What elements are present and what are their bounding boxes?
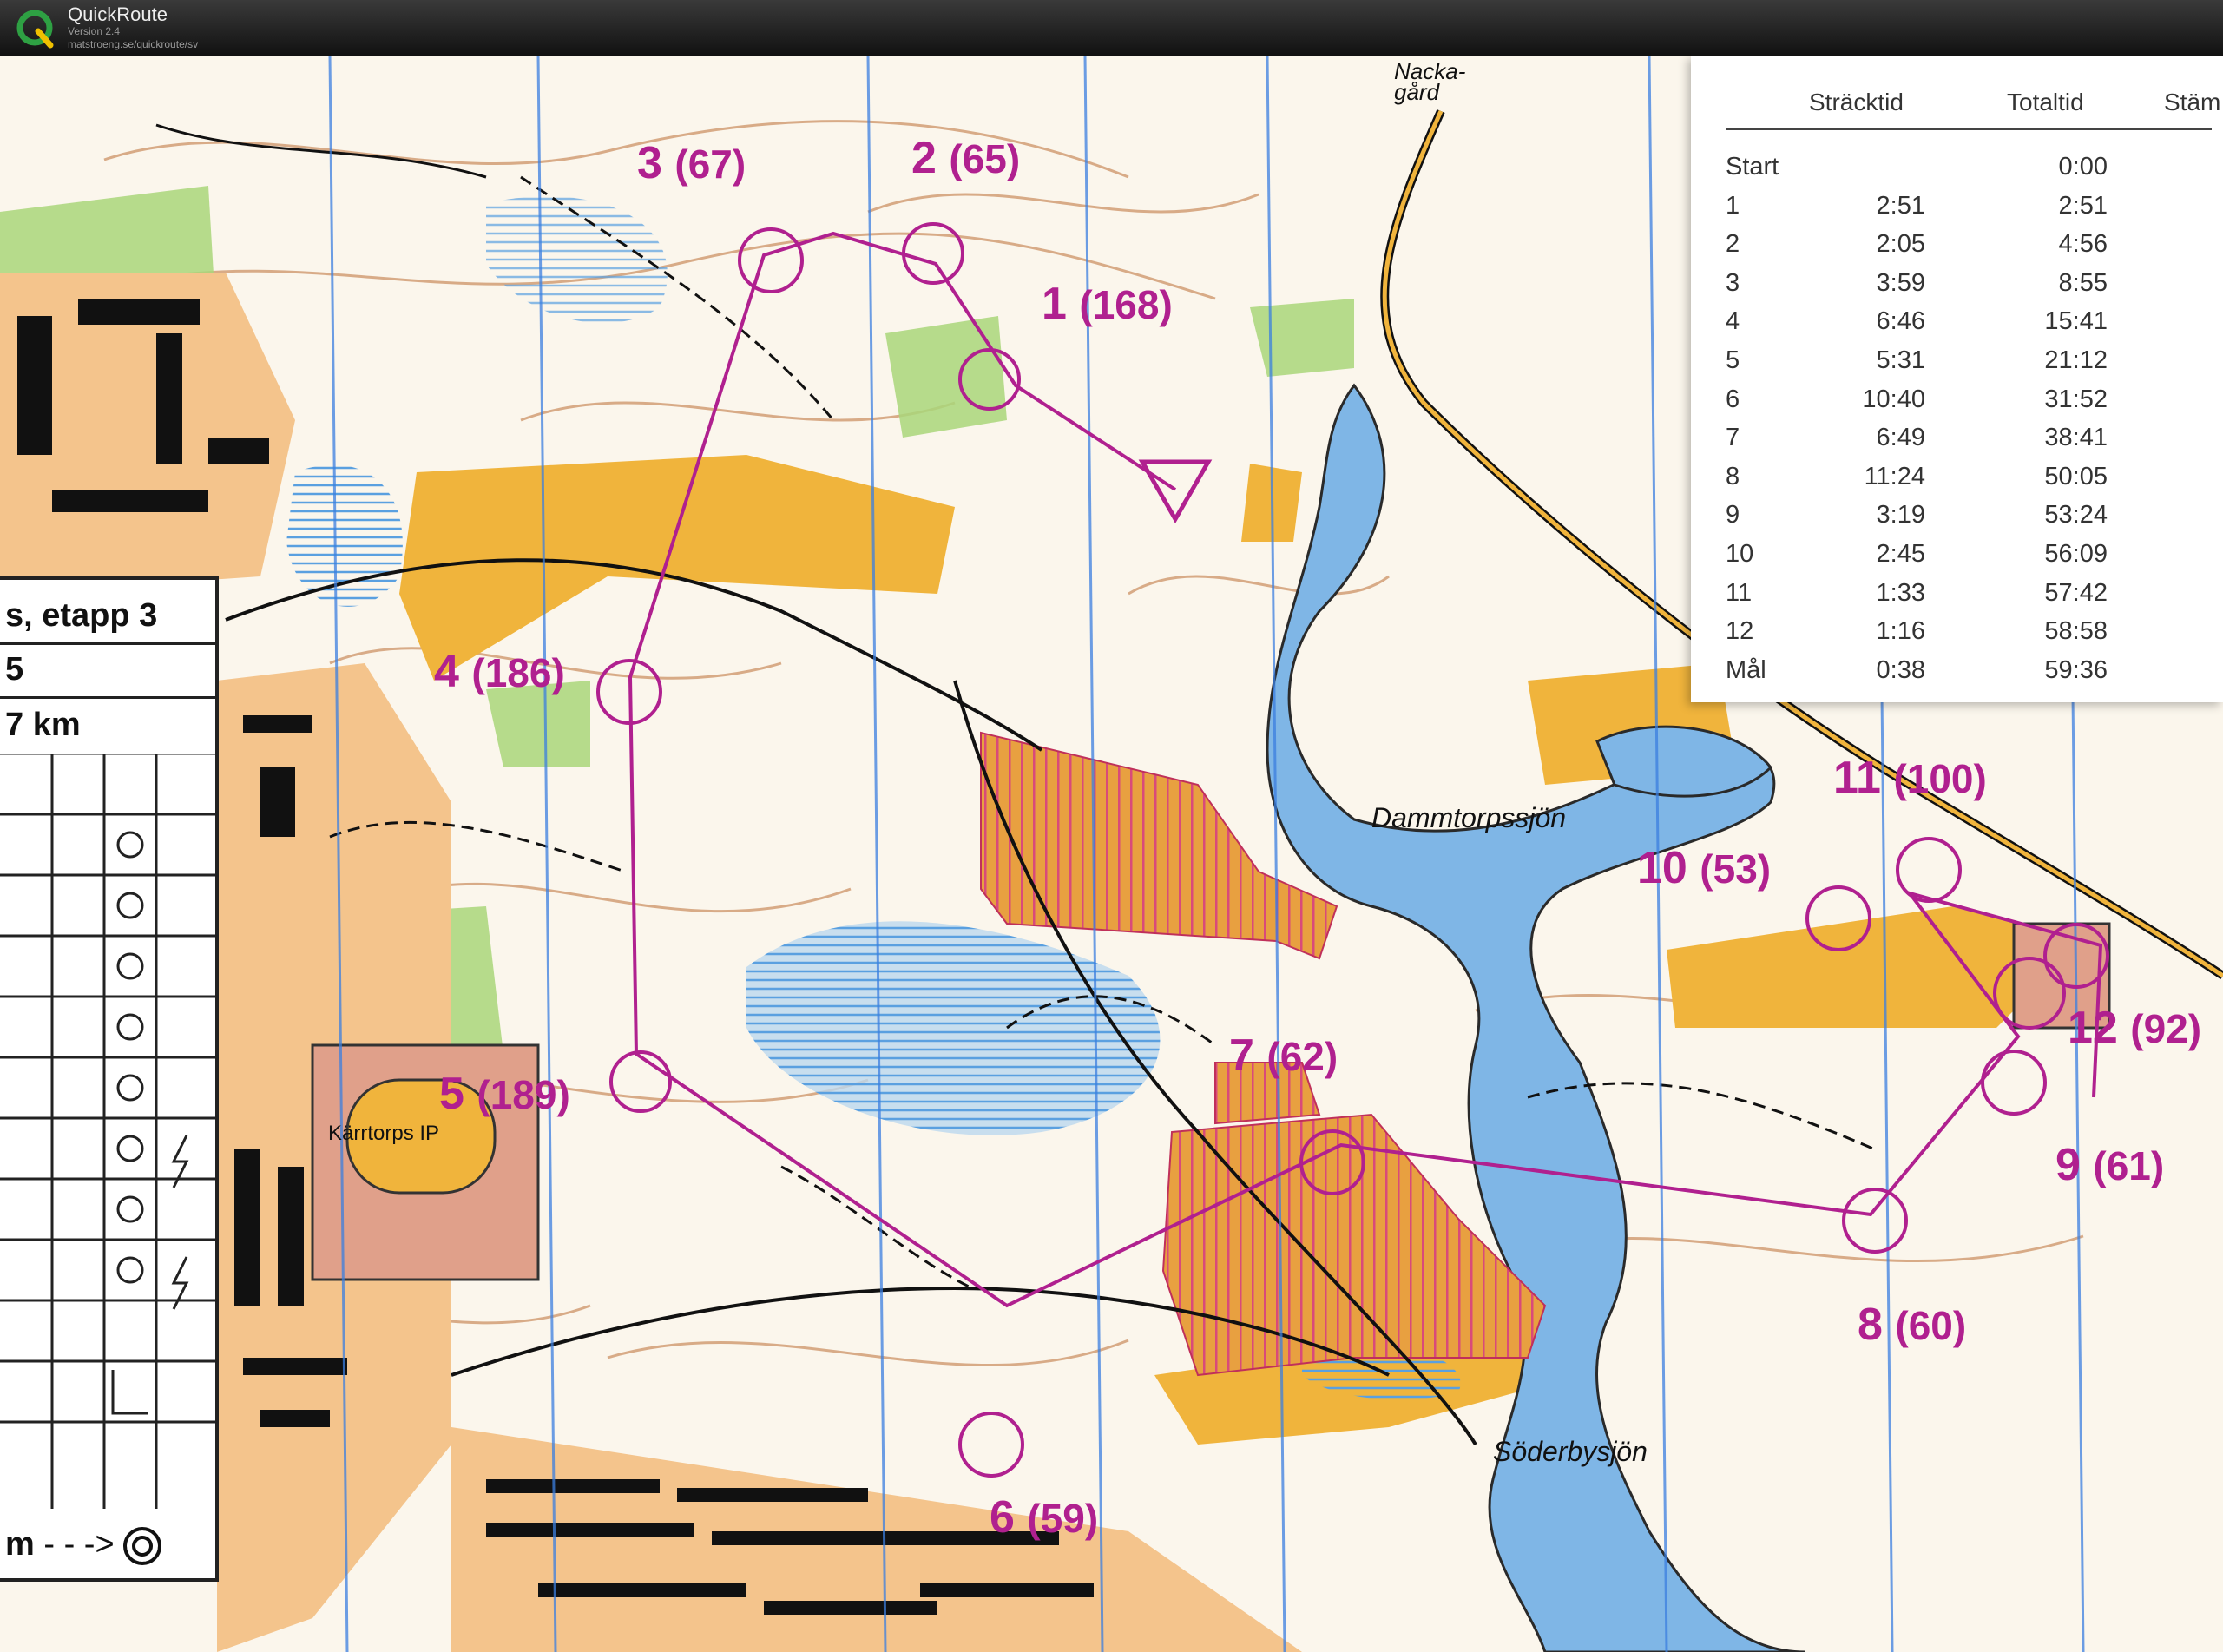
control-label-5: 5 (189): [439, 1069, 570, 1119]
description-line2: 5: [5, 651, 24, 688]
description-title: s, etapp 3: [5, 597, 158, 634]
header-divider: [1726, 128, 2212, 130]
control-label-1: 1 (168): [1042, 279, 1173, 329]
place-label-soderbysjon: Söderbysjön: [1493, 1436, 1648, 1467]
split-row: 12 1:16 58:58: [1691, 617, 2223, 655]
split-total-time: 53:24: [2044, 501, 2108, 530]
place-label-karrtorps-ip: Kärrtorps IP: [328, 1122, 440, 1145]
split-label: Start: [1726, 153, 1779, 181]
description-distance: 7 km: [5, 707, 81, 743]
split-times-sheet: Sträcktid Totaltid Stäm Start 0:00 1 2:51 2:…: [1691, 56, 2223, 702]
card-divider: [0, 642, 215, 645]
split-label: 10: [1726, 540, 1754, 568]
split-leg-time: 3:19: [1876, 501, 1925, 530]
split-leg-time: 1:33: [1876, 578, 1925, 607]
split-total-time: 21:12: [2044, 346, 2108, 374]
split-row: Start 0:00: [1691, 153, 2223, 191]
header-stracktid: Sträcktid: [1809, 89, 1904, 115]
control-label-2: 2 (65): [911, 133, 1021, 183]
control-label-7: 7 (62): [1229, 1030, 1338, 1081]
split-leg-time: 3:59: [1876, 268, 1925, 297]
control-label-4: 4 (186): [434, 647, 565, 697]
split-row: 2 2:05 4:56: [1691, 230, 2223, 268]
split-total-time: 4:56: [2058, 230, 2108, 259]
split-row: 4 6:46 15:41: [1691, 307, 2223, 346]
card-divider: [0, 696, 215, 699]
split-total-time: 8:55: [2058, 268, 2108, 297]
split-label: 8: [1726, 462, 1740, 490]
split-total-time: 15:41: [2044, 307, 2108, 336]
split-label: 9: [1726, 501, 1740, 530]
control-label-11: 11 (100): [1833, 753, 1987, 803]
split-total-time: 0:00: [2058, 153, 2108, 181]
control-description-card: s, etapp 3 5 7 km m - - ->: [0, 576, 219, 1582]
control-label-3: 3 (67): [637, 138, 746, 188]
split-label: 11: [1726, 578, 1753, 607]
split-leg-time: 2:45: [1876, 540, 1925, 568]
split-total-time: 50:05: [2044, 462, 2108, 490]
split-total-time: 38:41: [2044, 424, 2108, 452]
split-leg-time: 2:51: [1876, 191, 1925, 220]
split-label: 12: [1726, 617, 1754, 646]
control-label-6: 6 (59): [990, 1492, 1099, 1543]
split-label: 5: [1726, 346, 1740, 374]
map-view[interactable]: Nacka- gård Dammtorpssjön Söderbysjön Kä…: [0, 56, 2223, 1652]
split-row: 7 6:49 38:41: [1691, 424, 2223, 462]
split-leg-time: 10:40: [1862, 385, 1925, 413]
split-label: 4: [1726, 307, 1740, 336]
place-label-dammtorpssjon: Dammtorpssjön: [1371, 802, 1567, 833]
split-row: 9 3:19 53:24: [1691, 501, 2223, 539]
split-label: 7: [1726, 424, 1740, 452]
split-label: Mål: [1726, 655, 1766, 684]
quickroute-logo-icon: [16, 10, 54, 49]
split-total-time: 59:36: [2044, 655, 2108, 684]
split-row: 8 11:24 50:05: [1691, 463, 2223, 501]
control-label-12: 12 (92): [2068, 1003, 2202, 1053]
split-leg-time: 0:38: [1876, 655, 1925, 684]
header-totaltid: Totaltid: [2007, 89, 2084, 115]
app-version: Version 2.4: [68, 25, 121, 37]
control-label-9: 9 (61): [2055, 1140, 2165, 1190]
control-label-10: 10 (53): [1637, 843, 1772, 893]
split-leg-time: 2:05: [1876, 230, 1925, 259]
split-row: 3 3:59 8:55: [1691, 269, 2223, 307]
app-name: QuickRoute: [68, 3, 168, 25]
split-row: 11 1:33 57:42: [1691, 579, 2223, 617]
split-row: 1 2:51 2:51: [1691, 192, 2223, 230]
split-label: 1: [1726, 191, 1740, 220]
description-grid: [0, 754, 215, 1509]
split-label: 3: [1726, 268, 1740, 297]
split-leg-time: 5:31: [1876, 346, 1925, 374]
split-leg-time: 1:16: [1876, 617, 1925, 646]
place-label-nacka: Nacka- gård: [1394, 58, 1466, 105]
split-total-time: 57:42: [2044, 578, 2108, 607]
split-leg-time: 6:46: [1876, 307, 1925, 336]
split-total-time: 58:58: [2044, 617, 2108, 646]
split-row: 5 5:31 21:12: [1691, 346, 2223, 385]
split-row: Mål 0:38 59:36: [1691, 656, 2223, 694]
split-leg-time: 6:49: [1876, 424, 1925, 452]
split-label: 2: [1726, 230, 1740, 259]
split-row: 10 2:45 56:09: [1691, 540, 2223, 578]
split-leg-time: 11:24: [1864, 462, 1925, 490]
split-label: 6: [1726, 385, 1740, 413]
split-total-time: 2:51: [2058, 191, 2108, 220]
split-total-time: 56:09: [2044, 540, 2108, 568]
control-label-8: 8 (60): [1858, 1300, 1967, 1350]
split-total-time: 31:52: [2044, 385, 2108, 413]
header-stam: Stäm: [2164, 89, 2221, 115]
split-row: 6 10:40 31:52: [1691, 385, 2223, 424]
title-bar: QuickRoute Version 2.4 matstroeng.se/qui…: [0, 0, 2223, 56]
app-url: matstroeng.se/quickroute/sv: [68, 38, 199, 50]
description-finish: m - - ->: [5, 1526, 162, 1565]
